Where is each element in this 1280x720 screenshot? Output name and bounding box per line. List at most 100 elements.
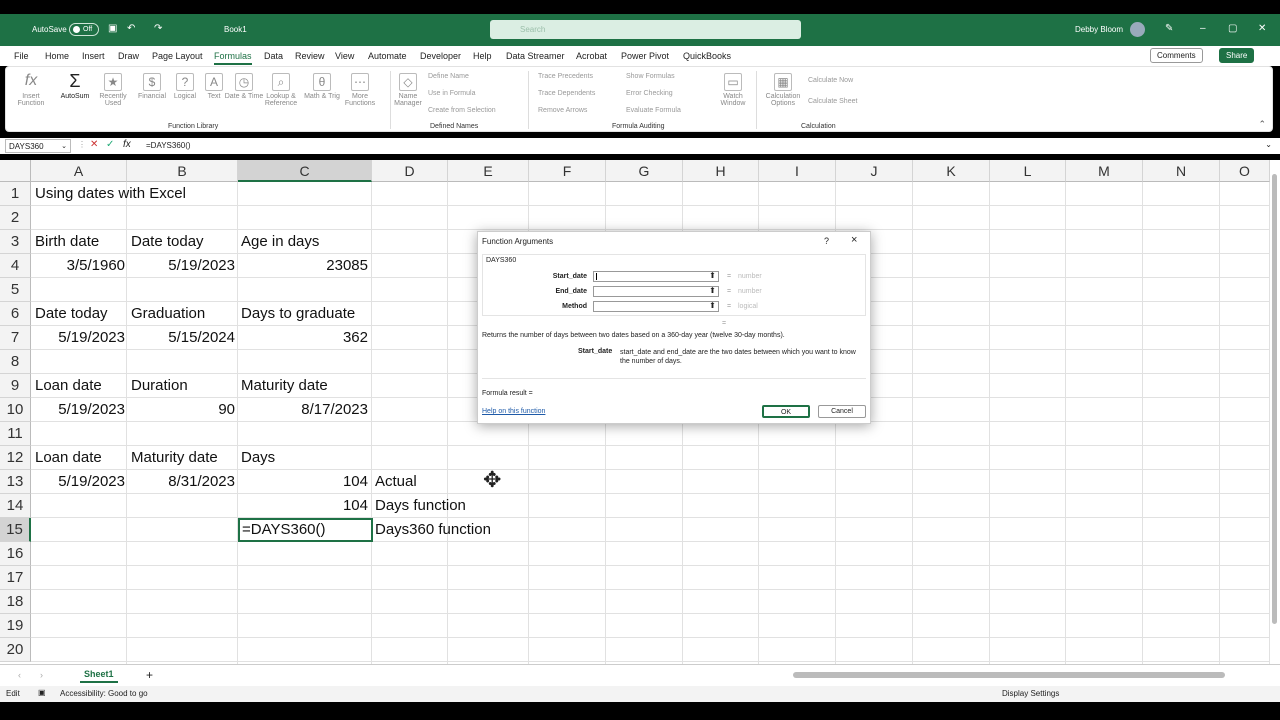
horizontal-scrollbar[interactable] bbox=[785, 671, 1265, 679]
cell-a9[interactable]: Loan date bbox=[35, 374, 102, 398]
row-header-14[interactable]: 14 bbox=[0, 494, 31, 518]
column-header-d[interactable]: D bbox=[372, 160, 448, 182]
share-button[interactable]: Share bbox=[1219, 48, 1255, 63]
close-window-icon[interactable]: ✕ bbox=[1258, 23, 1266, 34]
accessibility-status[interactable]: Accessibility: Good to go bbox=[60, 689, 148, 698]
row-header-18[interactable]: 18 bbox=[0, 590, 31, 614]
row-header-3[interactable]: 3 bbox=[0, 230, 31, 254]
expand-formula-bar-icon[interactable]: ⌄ bbox=[1265, 140, 1272, 149]
column-header-l[interactable]: L bbox=[990, 160, 1066, 182]
dialog-help-icon[interactable]: ? bbox=[824, 236, 829, 246]
autosum-button[interactable]: Σ AutoSum bbox=[55, 72, 95, 100]
cell-b7[interactable]: 5/15/2024 bbox=[127, 326, 235, 350]
comments-button[interactable]: Comments bbox=[1150, 48, 1203, 63]
cell-b4[interactable]: 5/19/2023 bbox=[127, 254, 235, 278]
tab-data-streamer[interactable]: Data Streamer bbox=[506, 51, 565, 61]
vertical-scroll-thumb[interactable] bbox=[1272, 174, 1277, 624]
column-header-g[interactable]: G bbox=[606, 160, 683, 182]
cell-a13[interactable]: 5/19/2023 bbox=[31, 470, 125, 494]
cell-a10[interactable]: 5/19/2023 bbox=[31, 398, 125, 422]
recently-used-button[interactable]: ★ Recently Used bbox=[93, 73, 133, 107]
row-header-2[interactable]: 2 bbox=[0, 206, 31, 230]
formula-input[interactable]: =DAYS360() bbox=[146, 141, 191, 150]
remove-arrows-button[interactable]: Remove Arrows bbox=[538, 107, 587, 114]
cell-b3[interactable]: Date today bbox=[131, 230, 204, 254]
tab-draw[interactable]: Draw bbox=[118, 51, 139, 61]
cell-c3[interactable]: Age in days bbox=[241, 230, 319, 254]
scroll-right-icon[interactable]: › bbox=[40, 670, 43, 680]
pen-icon[interactable]: ✎ bbox=[1165, 23, 1173, 34]
collapse-dialog-icon[interactable]: ⬆ bbox=[707, 272, 718, 281]
start-date-input[interactable]: ⬆ bbox=[593, 271, 719, 282]
column-header-c[interactable]: C bbox=[238, 160, 372, 182]
show-formulas-button[interactable]: Show Formulas bbox=[626, 73, 675, 80]
cell-d15[interactable]: Days360 function bbox=[375, 518, 491, 542]
avatar[interactable] bbox=[1130, 22, 1145, 37]
name-box[interactable]: DAYS360 ⌄ bbox=[5, 139, 71, 153]
end-date-input[interactable]: ⬆ bbox=[593, 286, 719, 297]
row-header-7[interactable]: 7 bbox=[0, 326, 31, 350]
create-from-selection-button[interactable]: Create from Selection bbox=[428, 107, 496, 114]
tab-page-layout[interactable]: Page Layout bbox=[152, 51, 203, 61]
trace-dependents-button[interactable]: Trace Dependents bbox=[538, 90, 595, 97]
tab-view[interactable]: View bbox=[335, 51, 354, 61]
row-header-20[interactable]: 20 bbox=[0, 638, 31, 662]
cell-c12[interactable]: Days bbox=[241, 446, 275, 470]
row-header-15[interactable]: 15 bbox=[0, 518, 31, 542]
add-sheet-icon[interactable]: + bbox=[146, 668, 153, 682]
column-header-j[interactable]: J bbox=[836, 160, 913, 182]
cell-a7[interactable]: 5/19/2023 bbox=[31, 326, 125, 350]
calculate-sheet-button[interactable]: Calculate Sheet bbox=[808, 98, 857, 105]
help-on-function-link[interactable]: Help on this function bbox=[482, 408, 545, 415]
enter-edit-icon[interactable]: ✓ bbox=[106, 139, 114, 150]
define-name-button[interactable]: Define Name bbox=[428, 73, 469, 80]
row-header-5[interactable]: 5 bbox=[0, 278, 31, 302]
row-header-4[interactable]: 4 bbox=[0, 254, 31, 278]
column-header-b[interactable]: B bbox=[127, 160, 238, 182]
cell-b9[interactable]: Duration bbox=[131, 374, 188, 398]
row-header-1[interactable]: 1 bbox=[0, 182, 31, 206]
tab-data[interactable]: Data bbox=[264, 51, 283, 61]
row-header-12[interactable]: 12 bbox=[0, 446, 31, 470]
cell-d13[interactable]: Actual bbox=[375, 470, 417, 494]
horizontal-scroll-thumb[interactable] bbox=[793, 672, 1225, 678]
collapse-dialog-icon[interactable]: ⬆ bbox=[707, 302, 718, 311]
search-box[interactable]: Search bbox=[490, 20, 801, 39]
method-input[interactable]: ⬆ bbox=[593, 301, 719, 312]
tab-help[interactable]: Help bbox=[473, 51, 492, 61]
calculation-options-button[interactable]: ▦ Calculation Options bbox=[760, 73, 806, 107]
tab-formulas[interactable]: Formulas bbox=[214, 51, 252, 65]
minimize-icon[interactable]: – bbox=[1200, 23, 1206, 34]
column-header-k[interactable]: K bbox=[913, 160, 990, 182]
tab-acrobat[interactable]: Acrobat bbox=[576, 51, 607, 61]
column-header-m[interactable]: M bbox=[1066, 160, 1143, 182]
maximize-icon[interactable]: ▢ bbox=[1228, 23, 1237, 34]
row-header-11[interactable]: 11 bbox=[0, 422, 31, 446]
ok-button[interactable]: OK bbox=[762, 405, 810, 418]
cell-a3[interactable]: Birth date bbox=[35, 230, 99, 254]
dialog-close-icon[interactable]: × bbox=[851, 234, 857, 246]
watch-window-button[interactable]: ▭ Watch Window bbox=[713, 73, 753, 107]
save-icon[interactable]: ▣ bbox=[108, 23, 117, 34]
cell-c4[interactable]: 23085 bbox=[238, 254, 368, 278]
cancel-edit-icon[interactable]: ✕ bbox=[90, 139, 98, 150]
column-header-e[interactable]: E bbox=[448, 160, 529, 182]
cell-c14[interactable]: 104 bbox=[238, 494, 368, 518]
row-header-13[interactable]: 13 bbox=[0, 470, 31, 494]
cell-b10[interactable]: 90 bbox=[127, 398, 235, 422]
name-manager-button[interactable]: ◇ Name Manager bbox=[388, 73, 428, 107]
column-header-h[interactable]: H bbox=[683, 160, 759, 182]
cancel-button[interactable]: Cancel bbox=[818, 405, 866, 418]
undo-icon[interactable]: ↶ bbox=[127, 23, 135, 34]
redo-icon[interactable]: ↷ bbox=[154, 23, 162, 34]
row-header-16[interactable]: 16 bbox=[0, 542, 31, 566]
cell-c10[interactable]: 8/17/2023 bbox=[238, 398, 368, 422]
cell-a6[interactable]: Date today bbox=[35, 302, 108, 326]
row-header-9[interactable]: 9 bbox=[0, 374, 31, 398]
collapse-dialog-icon[interactable]: ⬆ bbox=[707, 287, 718, 296]
tab-power-pivot[interactable]: Power Pivot bbox=[621, 51, 669, 61]
tab-review[interactable]: Review bbox=[295, 51, 325, 61]
lookup-reference-button[interactable]: ⌕ Lookup & Reference bbox=[256, 73, 306, 107]
cell-b6[interactable]: Graduation bbox=[131, 302, 205, 326]
cell-a4[interactable]: 3/5/1960 bbox=[31, 254, 125, 278]
